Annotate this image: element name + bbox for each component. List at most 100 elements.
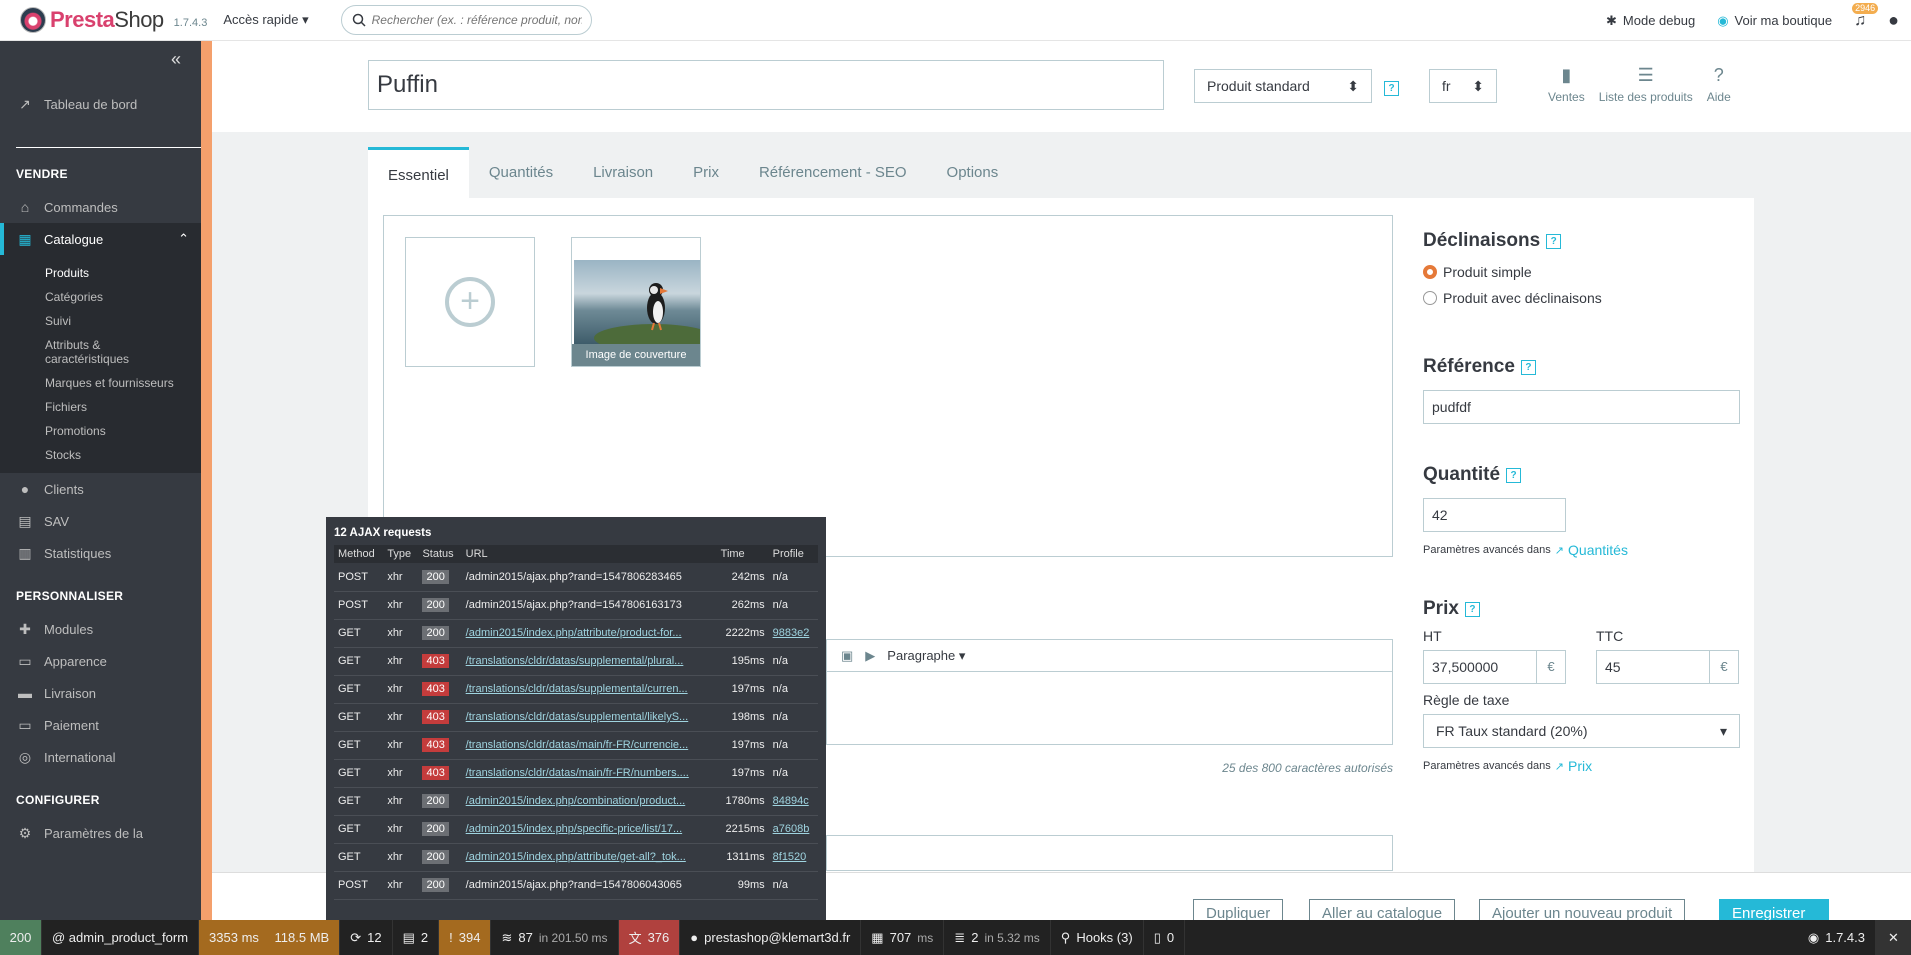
description-editor[interactable]: ▣ ▶ Paragraphe ▾ — [826, 639, 1393, 745]
declinaisons-heading: Déclinaisons? — [1423, 230, 1740, 252]
tab-essentials[interactable]: Essentiel — [368, 147, 469, 198]
forms-info[interactable]: ▤ 2 — [393, 920, 440, 955]
route-name: @ admin_product_form — [52, 930, 189, 945]
image-icon[interactable]: ▣ — [841, 648, 853, 664]
ajax-profile[interactable]: a7608b — [773, 823, 810, 835]
radio-variants-label: Produit avec déclinaisons — [1443, 290, 1602, 306]
ajax-profile: n/a — [772, 739, 788, 751]
product-list-button[interactable]: ☰ Liste des produits — [1599, 64, 1693, 104]
view-shop-link[interactable]: ◉ Voir ma boutique — [1717, 13, 1832, 29]
employee-menu[interactable]: ● — [1888, 10, 1899, 31]
tab-seo[interactable]: Référencement - SEO — [739, 147, 927, 198]
help-icon[interactable]: ? — [1506, 467, 1522, 483]
collapse-sidebar-icon[interactable]: « — [171, 49, 181, 70]
ajax-url[interactable]: /admin2015/index.php/specific-price/list… — [466, 823, 682, 835]
memory-usage: 118.5 MB — [274, 930, 330, 945]
hooks-info[interactable]: ⚲ Hooks (3) — [1051, 920, 1144, 955]
sidebar-item-stats[interactable]: ▥ Statistiques — [0, 537, 201, 569]
sidebar-subitem-files[interactable]: Fichiers — [45, 395, 201, 419]
twig-info[interactable]: ▦ 707 ms — [861, 920, 945, 955]
product-type-select[interactable]: Produit standard ⬍ — [1194, 69, 1372, 103]
tab-pricing[interactable]: Prix — [673, 147, 739, 198]
sidebar-item-dashboard[interactable]: ↗ Tableau de bord — [0, 88, 201, 120]
price-link[interactable]: Prix — [1568, 758, 1592, 774]
performance-info[interactable]: 3353 ms 118.5 MB — [199, 920, 341, 955]
ajax-status: 403 — [422, 710, 449, 724]
sidebar-subitem-discounts[interactable]: Promotions — [45, 419, 201, 443]
quantities-link[interactable]: Quantités — [1568, 542, 1628, 558]
caret-down-icon: ▾ — [1719, 723, 1727, 739]
ajax-url[interactable]: /translations/cldr/datas/main/fr-FR/numb… — [466, 767, 689, 779]
sidebar-item-customers[interactable]: ● Clients — [0, 473, 201, 505]
ajax-url[interactable]: /translations/cldr/datas/main/fr-FR/curr… — [466, 739, 689, 751]
ajax-profile[interactable]: 84894c — [773, 795, 809, 807]
sidebar-item-international[interactable]: ◎ International — [0, 741, 201, 773]
price-ttc-input[interactable]: 45 € — [1596, 650, 1739, 684]
help-icon[interactable]: ? — [1464, 601, 1480, 617]
ajax-profile[interactable]: 8f1520 — [773, 851, 807, 863]
cache-info[interactable]: ≋ 87 in 201.50 ms — [491, 920, 619, 955]
quick-access-dropdown[interactable]: Accès rapide ▾ — [223, 12, 308, 28]
sidebar-subitem-tracking[interactable]: Suivi — [45, 309, 201, 333]
radio-simple-product[interactable]: Produit simple — [1423, 264, 1740, 280]
ajax-url[interactable]: /admin2015/index.php/attribute/get-all?_… — [466, 851, 686, 863]
help-icon[interactable]: ? — [1520, 359, 1536, 375]
cover-image[interactable]: Image de couverture — [571, 237, 714, 367]
search-input[interactable] — [371, 13, 582, 27]
ajax-url[interactable]: /translations/cldr/datas/supplemental/pl… — [466, 655, 684, 667]
ajax-url: /admin2015/ajax.php?rand=1547806163173 — [465, 599, 682, 611]
product-name-input[interactable]: Puffin — [368, 60, 1164, 110]
reference-input[interactable]: pudfdf — [1423, 390, 1740, 424]
search-box[interactable] — [340, 5, 592, 35]
status-code-badge[interactable]: 200 — [0, 920, 42, 955]
sidebar-item-orders[interactable]: ⌂ Commandes — [0, 191, 201, 223]
logs-info[interactable]: ! 394 — [439, 920, 492, 955]
ajax-url[interactable]: /translations/cldr/datas/supplemental/cu… — [466, 683, 688, 695]
description-editor-2[interactable] — [826, 835, 1393, 871]
sidebar-item-label: Paiement — [44, 717, 99, 733]
close-toolbar-button[interactable]: ✕ — [1876, 920, 1911, 955]
ajax-profile[interactable]: 9883e2 — [773, 627, 810, 639]
sidebar-item-catalogue[interactable]: ▦ Catalogue ⌃ — [0, 223, 201, 255]
sidebar-item-modules[interactable]: ✚ Modules — [0, 613, 201, 645]
tab-shipping[interactable]: Livraison — [573, 147, 673, 198]
debug-mode-link[interactable]: ✱ Mode debug — [1606, 13, 1695, 29]
database-info[interactable]: ≣ 2 in 5.32 ms — [944, 920, 1051, 955]
sidebar-subitem-brands[interactable]: Marques et fournisseurs — [45, 371, 201, 395]
sidebar-item-support[interactable]: ▤ SAV — [0, 505, 201, 537]
sidebar-item-appearance[interactable]: ▭ Apparence — [0, 645, 201, 677]
sidebar-subitem-categories[interactable]: Catégories — [45, 285, 201, 309]
quantity-input[interactable]: 42 — [1423, 498, 1566, 532]
translation-info[interactable]: 文 376 — [618, 920, 681, 955]
symfony-version[interactable]: ◉ 1.7.4.3 — [1798, 920, 1876, 955]
sidebar-item-settings[interactable]: ⚙ Paramètres de la — [0, 817, 201, 849]
ajax-request-row: GET xhr 200/admin2015/index.php/combinatio… — [334, 787, 818, 816]
ajax-url[interactable]: /admin2015/index.php/combination/product… — [466, 795, 686, 807]
radio-product-variants[interactable]: Produit avec déclinaisons — [1423, 290, 1740, 306]
ajax-info[interactable]: ⟳ 12 — [340, 920, 393, 955]
other-info[interactable]: ▯ 0 — [1144, 920, 1186, 955]
help-icon[interactable]: ? — [1384, 81, 1399, 96]
price-ht-input[interactable]: 37,500000 € — [1423, 650, 1566, 684]
language-select[interactable]: fr ⬍ — [1429, 69, 1497, 103]
help-icon[interactable]: ? — [1546, 233, 1562, 249]
route-info[interactable]: @ admin_product_form — [42, 920, 200, 955]
sidebar-subitem-products[interactable]: Produits — [45, 261, 201, 285]
notifications-button[interactable]: 2946 ♫ — [1852, 2, 1879, 30]
help-button[interactable]: ? Aide — [1707, 64, 1731, 104]
ajax-url[interactable]: /admin2015/index.php/attribute/product-f… — [466, 627, 682, 639]
sidebar-subitem-stocks[interactable]: Stocks — [45, 443, 201, 467]
tax-rule-select[interactable]: FR Taux standard (20%) ▾ — [1423, 714, 1740, 748]
tab-options[interactable]: Options — [927, 147, 1019, 198]
user-info[interactable]: ● prestashop@klemart3d.fr — [680, 920, 862, 955]
sidebar-subitem-attributes[interactable]: Attributs & caractéristiques — [45, 333, 155, 371]
prestashop-logo[interactable]: PrestaShop — [20, 7, 164, 33]
add-image-button[interactable]: + — [405, 237, 535, 367]
tab-quantities[interactable]: Quantités — [469, 147, 573, 198]
ajax-url[interactable]: /translations/cldr/datas/supplemental/li… — [466, 711, 689, 723]
format-dropdown[interactable]: Paragraphe ▾ — [887, 648, 965, 664]
sidebar-item-payment[interactable]: ▭ Paiement — [0, 709, 201, 741]
media-icon[interactable]: ▶ — [865, 648, 875, 664]
sidebar-item-shipping[interactable]: ▬ Livraison — [0, 677, 201, 709]
sales-button[interactable]: ▮ Ventes — [1548, 64, 1585, 104]
